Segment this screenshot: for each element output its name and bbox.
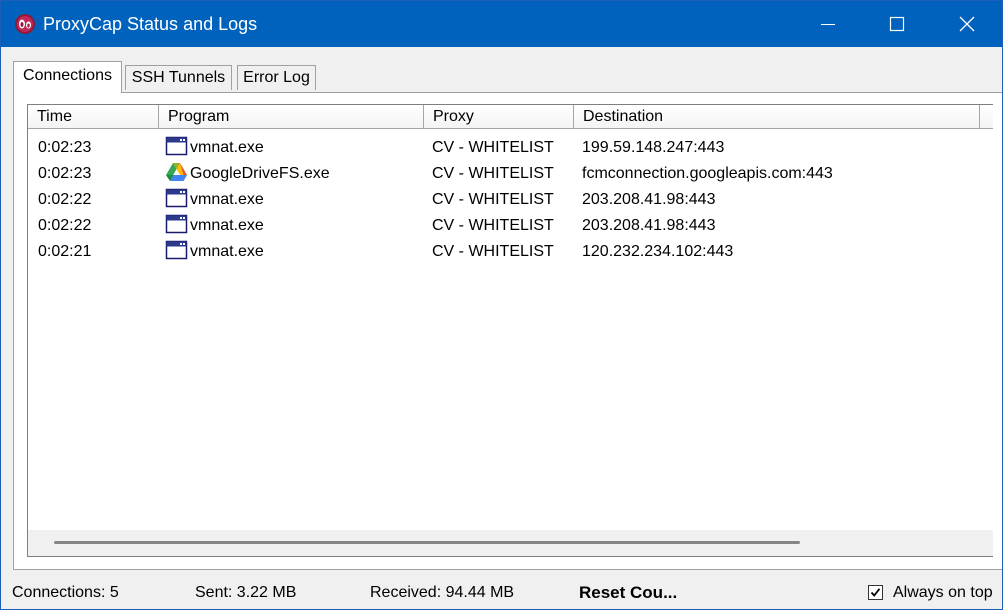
cell-time: 0:02:23 (38, 165, 92, 182)
title-bar[interactable]: ProxyCap Status and Logs (1, 1, 1002, 47)
close-icon (959, 16, 975, 32)
column-header-filler (980, 105, 993, 129)
cell-proxy: CV - WHITELIST (432, 243, 554, 260)
always-on-top-checkbox[interactable] (868, 585, 883, 600)
cell-program: vmnat.exe (165, 239, 264, 265)
cell-program: vmnat.exe (165, 213, 264, 239)
table-row[interactable]: 0:02:23 GoogleDriveFS.exe CV - WHITELIST… (28, 161, 993, 187)
checkmark-icon (870, 588, 881, 597)
cell-proxy: CV - WHITELIST (432, 139, 554, 156)
google-drive-icon (166, 163, 187, 181)
cell-program: GoogleDriveFS.exe (165, 161, 330, 187)
application-window-icon (165, 136, 188, 156)
close-button[interactable] (932, 1, 1002, 47)
connections-panel: Time Program Proxy Destination 0:02:23 v… (13, 92, 1002, 570)
sent-bytes: Sent: 3.22 MB (195, 584, 297, 601)
proxycap-window: ProxyCap Status and Logs Connections SSH… (0, 0, 1003, 610)
column-header-destination[interactable]: Destination (574, 105, 980, 129)
column-header-proxy[interactable]: Proxy (424, 105, 574, 129)
cell-destination: 203.208.41.98:443 (582, 191, 716, 208)
reset-counters-button[interactable]: Reset Cou... (579, 578, 677, 608)
table-row[interactable]: 0:02:22 vmnat.exe CV - WHITELIST 203.208… (28, 187, 993, 213)
table-row[interactable]: 0:02:23 vmnat.exe CV - WHITELIST 199.59.… (28, 135, 993, 161)
program-name: vmnat.exe (190, 139, 264, 156)
program-name: GoogleDriveFS.exe (190, 165, 330, 182)
cell-time: 0:02:22 (38, 217, 92, 234)
cell-proxy: CV - WHITELIST (432, 217, 554, 234)
connections-list[interactable]: Time Program Proxy Destination 0:02:23 v… (27, 104, 993, 557)
cell-time: 0:02:21 (38, 243, 92, 260)
cell-program: vmnat.exe (165, 187, 264, 213)
column-header-time[interactable]: Time (28, 105, 159, 129)
cell-proxy: CV - WHITELIST (432, 165, 554, 182)
application-window-icon (165, 214, 188, 234)
connections-count: Connections: 5 (12, 584, 119, 601)
cell-destination: fcmconnection.googleapis.com:443 (582, 165, 833, 182)
program-name: vmnat.exe (190, 191, 264, 208)
cell-destination: 203.208.41.98:443 (582, 217, 716, 234)
program-name: vmnat.exe (190, 243, 264, 260)
scrollbar-thumb[interactable] (54, 541, 800, 544)
cell-time: 0:02:22 (38, 191, 92, 208)
cell-time: 0:02:23 (38, 139, 92, 156)
table-row[interactable]: 0:02:22 vmnat.exe CV - WHITELIST 203.208… (28, 213, 993, 239)
received-bytes: Received: 94.44 MB (370, 584, 515, 601)
program-name: vmnat.exe (190, 217, 264, 234)
cell-proxy: CV - WHITELIST (432, 191, 554, 208)
proxycap-logo-icon (15, 14, 35, 34)
horizontal-scrollbar[interactable] (28, 530, 993, 556)
maximize-button[interactable] (862, 1, 932, 47)
tab-error-log[interactable]: Error Log (237, 65, 316, 90)
minimize-button[interactable] (793, 1, 863, 47)
status-bar: Connections: 5 Sent: 3.22 MB Received: 9… (1, 578, 1002, 608)
cell-destination: 120.232.234.102:443 (582, 243, 734, 260)
list-header: Time Program Proxy Destination (28, 105, 993, 130)
tab-ssh-tunnels[interactable]: SSH Tunnels (125, 65, 232, 90)
minimize-icon (821, 24, 835, 25)
application-window-icon (165, 188, 188, 208)
window-title: ProxyCap Status and Logs (43, 14, 258, 34)
application-window-icon (165, 240, 188, 260)
always-on-top-label[interactable]: Always on top (893, 578, 993, 608)
maximize-icon (889, 16, 905, 32)
cell-destination: 199.59.148.247:443 (582, 139, 725, 156)
cell-program: vmnat.exe (165, 135, 264, 161)
column-header-program[interactable]: Program (159, 105, 424, 129)
tab-connections[interactable]: Connections (13, 61, 122, 93)
table-row[interactable]: 0:02:21 vmnat.exe CV - WHITELIST 120.232… (28, 239, 993, 265)
